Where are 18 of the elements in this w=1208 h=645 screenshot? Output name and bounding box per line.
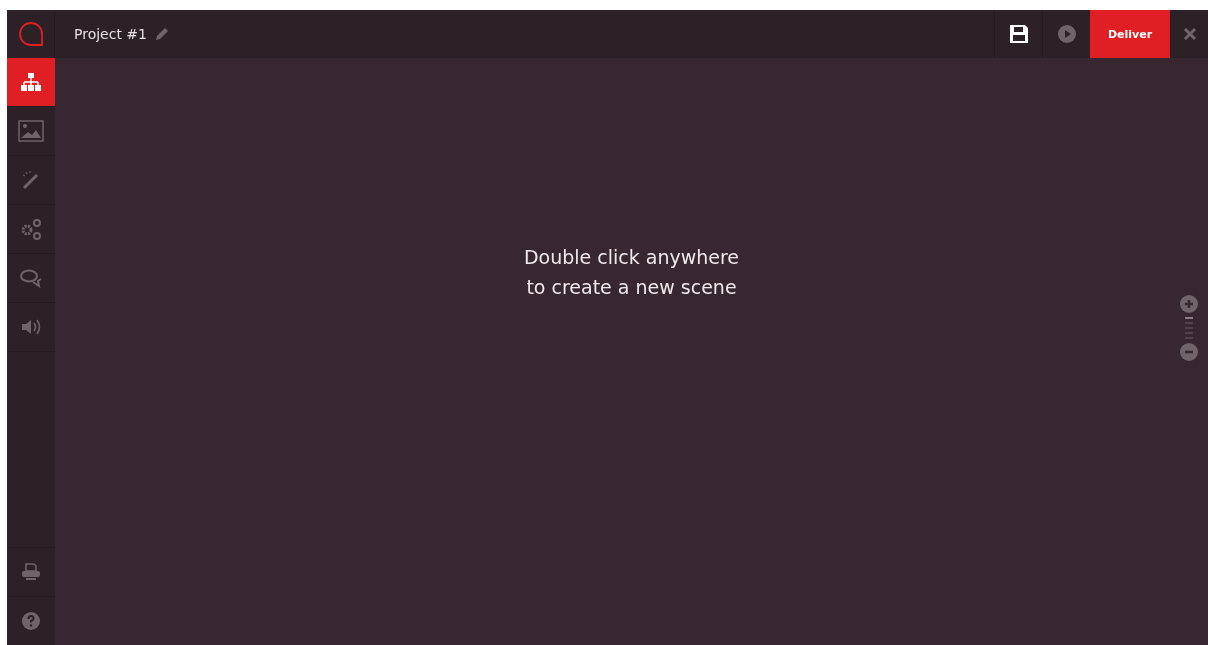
speaker-icon	[20, 317, 42, 337]
zoom-in-icon[interactable]	[1180, 295, 1198, 313]
project-title: Project #1	[74, 26, 147, 42]
pencil-icon[interactable]	[155, 27, 169, 41]
empty-canvas-hint: Double click anywhere to create a new scene	[523, 244, 740, 300]
sidebar-tab[interactable]	[7, 58, 55, 107]
play-icon	[1057, 25, 1076, 43]
wand-icon	[21, 170, 41, 190]
gears-icon	[19, 217, 43, 241]
chat-icon	[19, 268, 43, 288]
deliver-button[interactable]: Deliver	[1090, 10, 1170, 58]
zoom-out-icon[interactable]	[1180, 343, 1198, 361]
logo-icon[interactable]	[17, 21, 44, 47]
sitemap-icon	[20, 72, 42, 92]
printer-icon	[21, 563, 41, 581]
image-icon	[18, 120, 44, 142]
close-icon	[1182, 27, 1197, 41]
help-icon	[22, 612, 40, 630]
